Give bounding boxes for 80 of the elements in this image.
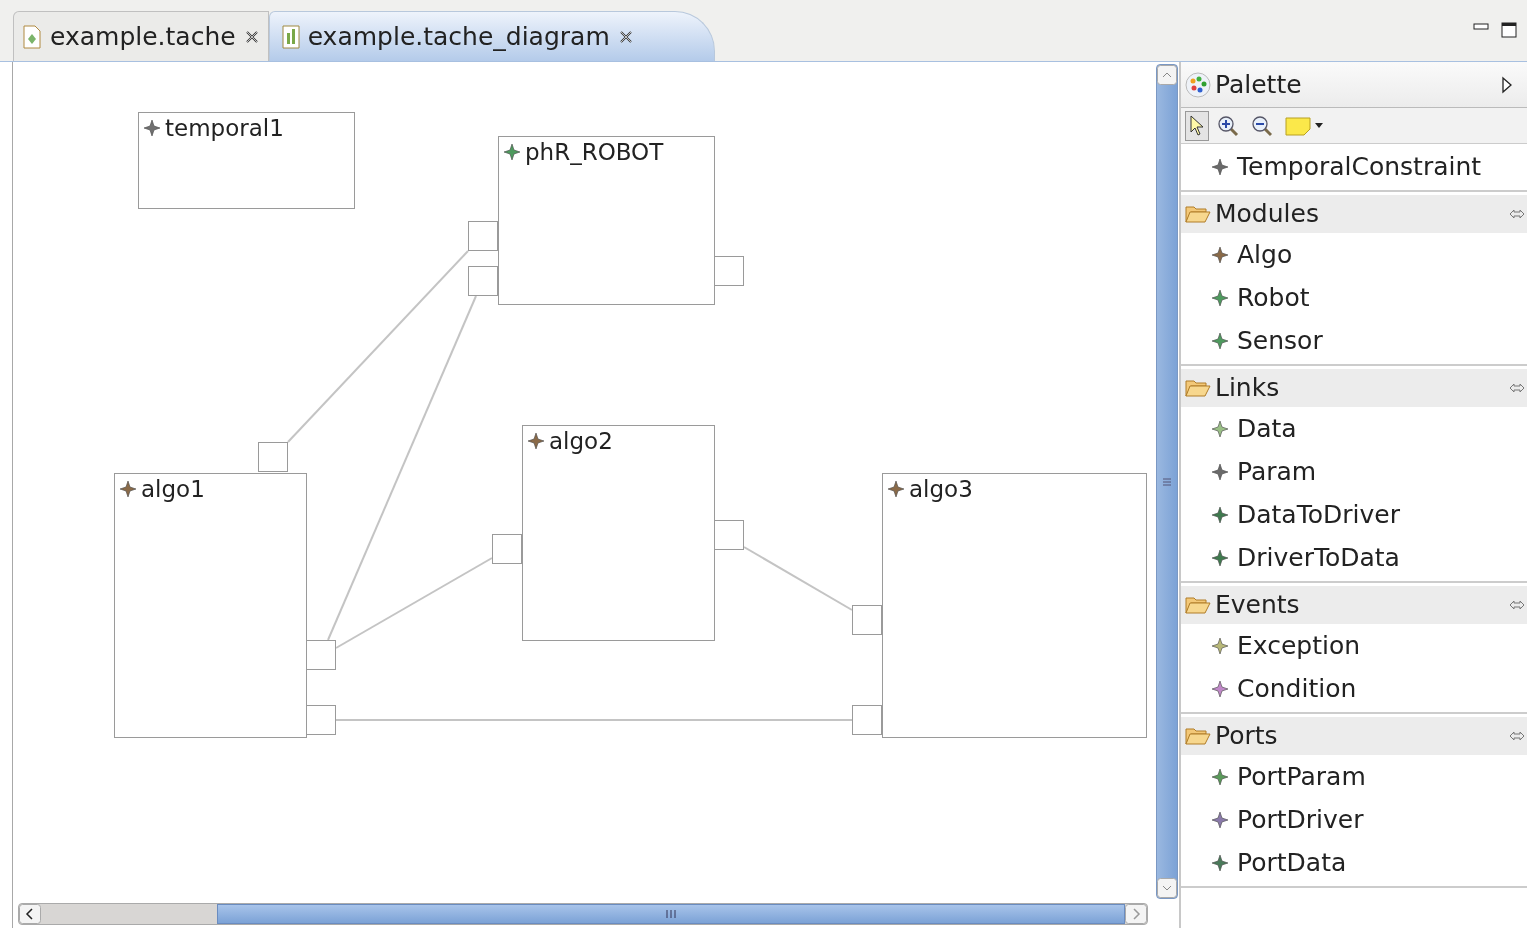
diagram-file-icon — [281, 24, 300, 49]
diagram-node[interactable]: algo1 — [114, 473, 307, 738]
palette-entry[interactable]: Param — [1237, 452, 1317, 491]
scroll-left-icon[interactable] — [19, 904, 41, 924]
palette-entry[interactable]: Sensor — [1237, 321, 1323, 360]
node-label: algo1 — [141, 476, 205, 502]
pin-icon[interactable] — [1509, 383, 1525, 393]
folder-icon — [1185, 378, 1211, 398]
node-label: algo3 — [909, 476, 973, 502]
connection-line[interactable] — [287, 250, 469, 443]
palette-entry[interactable]: DriverToData — [1237, 538, 1400, 577]
diagram-node[interactable]: algo3 — [882, 473, 1147, 738]
drawer-header[interactable]: Links — [1181, 369, 1527, 407]
minimize-icon[interactable] — [1473, 22, 1489, 32]
port[interactable] — [258, 442, 288, 472]
palette-tool[interactable] — [1185, 110, 1209, 141]
maximize-icon[interactable] — [1501, 22, 1517, 38]
scroll-up-icon[interactable] — [1157, 65, 1177, 85]
node-label: algo2 — [549, 428, 613, 454]
diagram-node[interactable]: phR_ROBOT — [498, 136, 715, 305]
port[interactable] — [852, 705, 882, 735]
tab-label: example.tache — [50, 20, 236, 53]
palette-entry[interactable]: Robot — [1237, 278, 1310, 317]
close-icon[interactable] — [617, 28, 634, 45]
port[interactable] — [714, 256, 744, 286]
editor-tab[interactable]: example.tache_diagram — [268, 11, 715, 61]
editor-tab[interactable]: example.tache — [13, 11, 269, 61]
folder-icon — [1185, 726, 1211, 746]
caret-icon — [1315, 123, 1323, 128]
connection-line[interactable] — [743, 546, 853, 611]
collapse-icon[interactable] — [1501, 75, 1513, 94]
pin-icon[interactable] — [1509, 731, 1525, 741]
horizontal-scrollbar[interactable] — [18, 903, 1148, 925]
palette-entry[interactable]: Data — [1237, 409, 1297, 448]
grip-icon — [1162, 476, 1172, 487]
vertical-scrollbar[interactable] — [1156, 64, 1178, 899]
node-label: temporal1 — [165, 115, 284, 141]
scroll-down-icon[interactable] — [1157, 878, 1177, 898]
port[interactable] — [852, 605, 882, 635]
folder-icon — [1185, 204, 1211, 224]
tab-label: example.tache_diagram — [307, 20, 610, 53]
palette-entry[interactable]: Exception — [1237, 626, 1361, 665]
drawer-header[interactable]: Events — [1181, 586, 1527, 624]
pin-icon[interactable] — [1509, 600, 1525, 610]
folder-icon — [1185, 595, 1211, 615]
palette-entry[interactable]: TemporalConstraint — [1237, 148, 1482, 186]
pin-icon[interactable] — [1509, 209, 1525, 219]
palette-entry[interactable]: PortDriver — [1237, 800, 1364, 839]
zoom-out-icon — [1251, 114, 1273, 137]
zoom-in-icon — [1217, 114, 1239, 137]
drawer-header[interactable]: Modules — [1181, 195, 1527, 233]
drawer-header[interactable]: Ports — [1181, 717, 1527, 755]
drawer-label: Ports — [1215, 720, 1279, 753]
scroll-right-icon[interactable] — [1125, 904, 1147, 924]
diagram-node[interactable]: algo2 — [522, 425, 715, 641]
palette-entry[interactable]: PortParam — [1237, 757, 1366, 796]
drawer-label: Links — [1215, 372, 1281, 405]
port[interactable] — [492, 534, 522, 564]
connection-line[interactable] — [335, 557, 493, 649]
pointer-icon — [1189, 114, 1205, 137]
file-icon — [22, 24, 42, 49]
palette-entry[interactable]: PortData — [1237, 843, 1347, 882]
connection-line[interactable] — [327, 295, 477, 641]
palette-icon — [1185, 71, 1211, 98]
port[interactable] — [468, 221, 498, 251]
palette-entry[interactable]: Algo — [1237, 235, 1293, 274]
drawer-label: Events — [1215, 589, 1301, 622]
grip-icon — [665, 910, 677, 918]
note-icon — [1285, 115, 1311, 136]
diagram-node[interactable]: temporal1 — [138, 112, 355, 209]
port[interactable] — [306, 640, 336, 670]
palette-entry[interactable]: Condition — [1237, 669, 1357, 708]
palette-title: Palette — [1215, 68, 1303, 101]
close-icon[interactable] — [243, 28, 260, 45]
port[interactable] — [468, 266, 498, 296]
palette-entry[interactable]: DataToDriver — [1237, 495, 1400, 534]
port[interactable] — [714, 520, 744, 550]
node-label: phR_ROBOT — [525, 139, 664, 165]
drawer-label: Modules — [1215, 198, 1320, 231]
port[interactable] — [306, 705, 336, 735]
